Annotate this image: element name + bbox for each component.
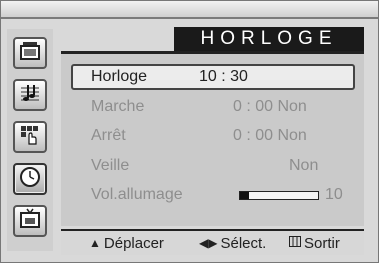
menu-item-arret[interactable]: Arrêt 0 : 00 Non [73, 123, 359, 149]
menu-item-value: 0 : 00 Non [233, 98, 307, 115]
menu-item-veille[interactable]: Veille Non [73, 153, 359, 179]
help-bar: ▲︎ Déplacer ◀▶ Sélect. Sortir [61, 229, 364, 255]
sidebar-item-picture[interactable] [13, 37, 47, 69]
help-move-label: Déplacer [103, 234, 164, 252]
up-down-arrow-icon: ▲︎ [89, 236, 101, 250]
osd-screen: HORLOGE Horloge 10 : 30 Marche 0 : 00 No… [0, 0, 379, 263]
menu-title: HORLOGE [174, 27, 364, 51]
help-exit: Sortir [289, 235, 340, 252]
music-note-icon [19, 82, 41, 109]
menu-item-marche[interactable]: Marche 0 : 00 Non [73, 94, 359, 120]
clock-icon [19, 166, 41, 193]
hand-grid-icon [19, 124, 41, 151]
menu-item-value: 0 : 00 Non [233, 127, 307, 144]
menu-item-label: Vol.allumage [91, 186, 183, 203]
menu-grid-icon [289, 236, 301, 250]
menu-item-label: Horloge [91, 68, 148, 85]
sidebar-item-sound[interactable] [13, 79, 47, 111]
help-select: ◀▶ Sélect. [199, 235, 266, 252]
menu-item-value: 10 : 30 [199, 68, 248, 85]
picture-icon [19, 41, 41, 66]
menu-item-label: Arrêt [91, 127, 126, 144]
menu-item-value: Non [289, 157, 319, 174]
help-exit-label: Sortir [304, 234, 340, 252]
volume-level-fill [240, 192, 250, 199]
volume-level-bar[interactable] [239, 191, 319, 200]
menu-panel: Horloge 10 : 30 Marche 0 : 00 Non Arrêt … [61, 54, 364, 226]
tv-input-icon [19, 208, 41, 235]
left-right-arrow-icon: ◀▶ [199, 236, 218, 250]
menu-item-horloge[interactable]: Horloge 10 : 30 [71, 64, 355, 90]
sidebar-item-setup[interactable] [13, 121, 47, 153]
menu-item-label: Veille [91, 157, 130, 174]
menu-item-value: 10 [325, 186, 343, 203]
sidebar [7, 29, 53, 251]
sidebar-item-clock[interactable] [13, 163, 47, 195]
top-frame [1, 1, 378, 19]
sidebar-item-input[interactable] [13, 205, 47, 237]
menu-item-label: Marche [91, 98, 145, 115]
menu-item-vol-allumage[interactable]: Vol.allumage 10 [73, 182, 359, 208]
help-move: ▲︎ Déplacer [89, 235, 164, 252]
help-select-label: Sélect. [220, 234, 267, 252]
